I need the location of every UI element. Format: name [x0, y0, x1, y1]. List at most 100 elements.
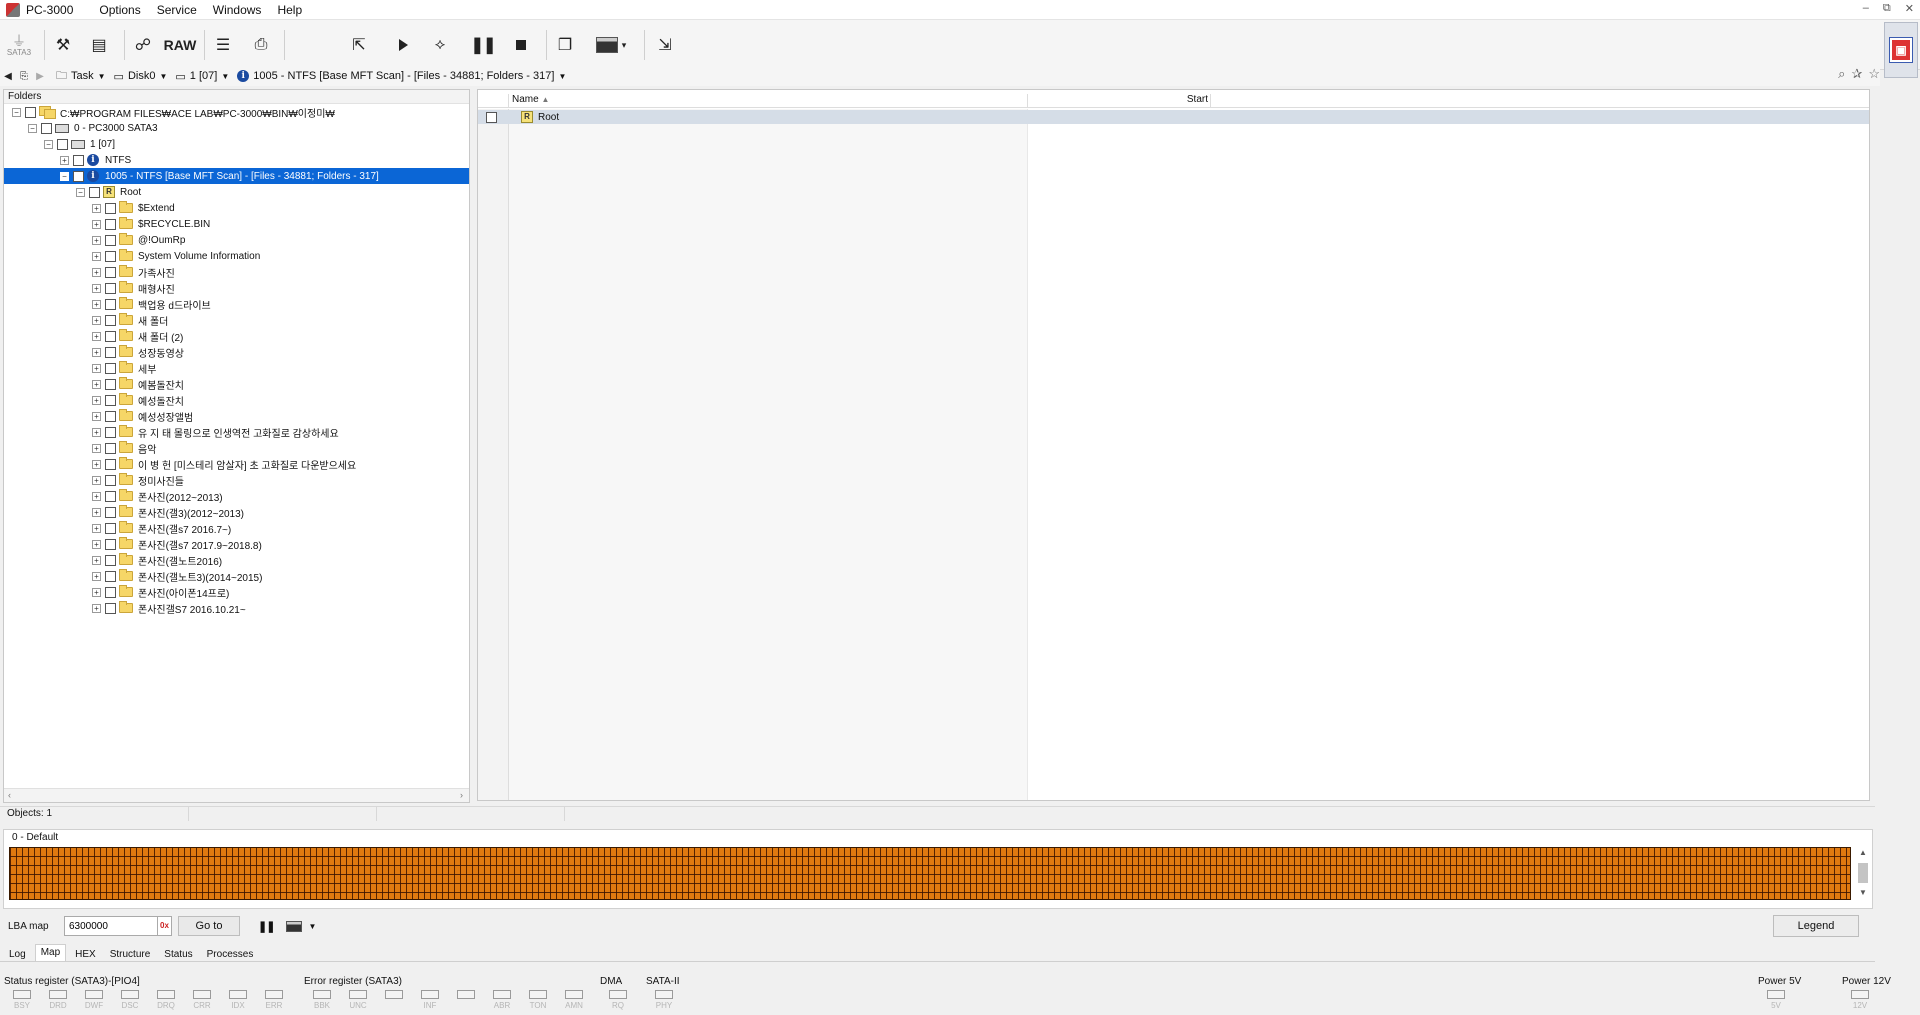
tab-structure[interactable]: Structure	[105, 947, 156, 962]
tree-node[interactable]: + @!OumRp	[4, 232, 469, 248]
tree-checkbox[interactable]	[105, 570, 116, 582]
tree-node[interactable]: + 유 지 태 몰링으로 인생역전 고화질로 감상하세요	[4, 424, 469, 440]
tree-checkbox[interactable]	[105, 522, 116, 534]
save-button[interactable]: ⇱	[346, 30, 372, 60]
column-header-name[interactable]: Name ▲	[509, 94, 1028, 107]
scroll-up-icon[interactable]: ▲	[1856, 847, 1870, 859]
tree-node[interactable]: + 새 폴더 (2)	[4, 328, 469, 344]
tree-node[interactable]: + 성장동영상	[4, 344, 469, 360]
menu-service[interactable]: Service	[149, 3, 205, 17]
horizontal-scrollbar[interactable]: ‹ ›	[4, 788, 469, 802]
tree-node[interactable]: + 폰사진(갤3)(2012~2013)	[4, 504, 469, 520]
collapse-icon[interactable]: −	[12, 107, 21, 117]
tree-node[interactable]: + $RECYCLE.BIN	[4, 216, 469, 232]
tree-checkbox[interactable]	[105, 410, 116, 422]
expand-icon[interactable]: +	[92, 363, 101, 373]
expand-icon[interactable]: +	[92, 203, 101, 213]
tree-node[interactable]: − 0 - PC3000 SATA3	[4, 120, 469, 136]
expand-icon[interactable]: +	[92, 555, 101, 565]
expand-icon[interactable]: +	[92, 347, 101, 357]
tree-checkbox[interactable]	[105, 490, 116, 502]
tree-node[interactable]: + 세부	[4, 360, 469, 376]
tab-hex[interactable]: HEX	[70, 947, 101, 962]
column-header-start[interactable]: Start	[1028, 94, 1211, 107]
tree-checkbox[interactable]	[105, 218, 116, 230]
breadcrumb-disk[interactable]: ▭ Disk0 ▼	[114, 70, 168, 83]
collapse-icon[interactable]: −	[28, 123, 37, 133]
tree-node[interactable]: + 매형사진	[4, 280, 469, 296]
tab-log[interactable]: Log	[4, 947, 31, 962]
tree-checkbox[interactable]	[41, 122, 52, 134]
expand-icon[interactable]: +	[92, 395, 101, 405]
tree-node[interactable]: + 예봄돌잔치	[4, 376, 469, 392]
list-item[interactable]: R Root	[478, 110, 1869, 124]
breadcrumb-scan[interactable]: i 1005 - NTFS [Base MFT Scan] - [Files -…	[237, 70, 566, 82]
lba-input[interactable]	[64, 916, 158, 936]
collapse-icon[interactable]: −	[76, 187, 85, 197]
tree-checkbox[interactable]	[105, 314, 116, 326]
scroll-left-icon[interactable]: ‹	[8, 790, 11, 800]
tree-node[interactable]: + 새 폴더	[4, 312, 469, 328]
back-icon[interactable]: ◀	[0, 67, 16, 85]
tree-checkbox[interactable]	[105, 506, 116, 518]
minimize-icon[interactable]: –	[1863, 2, 1869, 15]
expand-icon[interactable]: +	[92, 523, 101, 533]
expand-icon[interactable]: +	[92, 507, 101, 517]
tree-checkbox[interactable]	[105, 250, 116, 262]
restore-icon[interactable]: ⧉	[1883, 2, 1891, 15]
scroll-down-icon[interactable]: ▼	[1856, 887, 1870, 899]
expand-icon[interactable]: +	[92, 315, 101, 325]
search-icon[interactable]: ⌕	[1838, 66, 1845, 82]
expand-icon[interactable]: +	[92, 443, 101, 453]
map-scrollbar[interactable]: ▲ ▼	[1856, 847, 1870, 900]
tree-checkbox[interactable]	[105, 378, 116, 390]
tab-status[interactable]: Status	[159, 947, 197, 962]
tree-checkbox[interactable]	[57, 138, 68, 150]
tab-map[interactable]: Map	[34, 944, 67, 962]
tree-node[interactable]: + 폰사진(갤노트2016)	[4, 552, 469, 568]
tree-checkbox[interactable]	[105, 298, 116, 310]
tree-node[interactable]: + 폰사진(갤노트3)(2014~2015)	[4, 568, 469, 584]
legend-button[interactable]: Legend	[1773, 915, 1859, 937]
favorites-manage-icon[interactable]: ✰	[1851, 66, 1862, 82]
close-icon[interactable]: ✕	[1905, 2, 1914, 15]
expand-icon[interactable]: +	[92, 459, 101, 469]
expand-icon[interactable]: +	[92, 475, 101, 485]
raw-button[interactable]: RAW	[162, 30, 198, 60]
screen-mode-button[interactable]: ▾	[590, 30, 632, 60]
tree-node[interactable]: + 폰사진(갤s7 2016.7~)	[4, 520, 469, 536]
tree-checkbox[interactable]	[105, 538, 116, 550]
tree-checkbox[interactable]	[105, 266, 116, 278]
stop-button[interactable]	[508, 30, 534, 60]
tree-node[interactable]: − R Root	[4, 184, 469, 200]
tree-checkbox[interactable]	[105, 202, 116, 214]
menu-options[interactable]: Options	[91, 3, 148, 17]
expand-icon[interactable]: +	[92, 251, 101, 261]
tree-node[interactable]: − 1 [07]	[4, 136, 469, 152]
expand-icon[interactable]: +	[92, 379, 101, 389]
tree-node[interactable]: + 백업용 d드라이브	[4, 296, 469, 312]
exit-button[interactable]: ⇲	[652, 30, 678, 60]
export-button[interactable]: ⎙	[248, 30, 274, 60]
tree-checkbox[interactable]	[73, 170, 84, 182]
windows-button[interactable]: ❐	[552, 30, 578, 60]
tree-checkbox[interactable]	[105, 362, 116, 374]
expand-icon[interactable]: +	[92, 331, 101, 341]
tree-checkbox[interactable]	[73, 154, 84, 166]
collapse-icon[interactable]: −	[60, 171, 69, 181]
tree-node[interactable]: − i 1005 - NTFS [Base MFT Scan] - [Files -…	[4, 168, 469, 184]
tree-node[interactable]: + 폰사진(2012~2013)	[4, 488, 469, 504]
star-icon[interactable]: ☆	[1868, 66, 1880, 82]
goto-button[interactable]: Go to	[178, 916, 240, 936]
tools-button[interactable]: ⚒	[50, 30, 76, 60]
lba-map-grid[interactable]	[9, 847, 1851, 900]
tab-processes[interactable]: Processes	[202, 947, 259, 962]
tree-checkbox[interactable]	[105, 282, 116, 294]
tree-node[interactable]: + 예성돌잔치	[4, 392, 469, 408]
tree-checkbox[interactable]	[105, 554, 116, 566]
tree-checkbox[interactable]	[89, 186, 100, 198]
tree-checkbox[interactable]	[105, 426, 116, 438]
forward-icon[interactable]: ▶	[32, 67, 48, 85]
expand-icon[interactable]: +	[92, 603, 101, 613]
sata-port-button[interactable]: ⏚ SATA3	[2, 30, 36, 60]
